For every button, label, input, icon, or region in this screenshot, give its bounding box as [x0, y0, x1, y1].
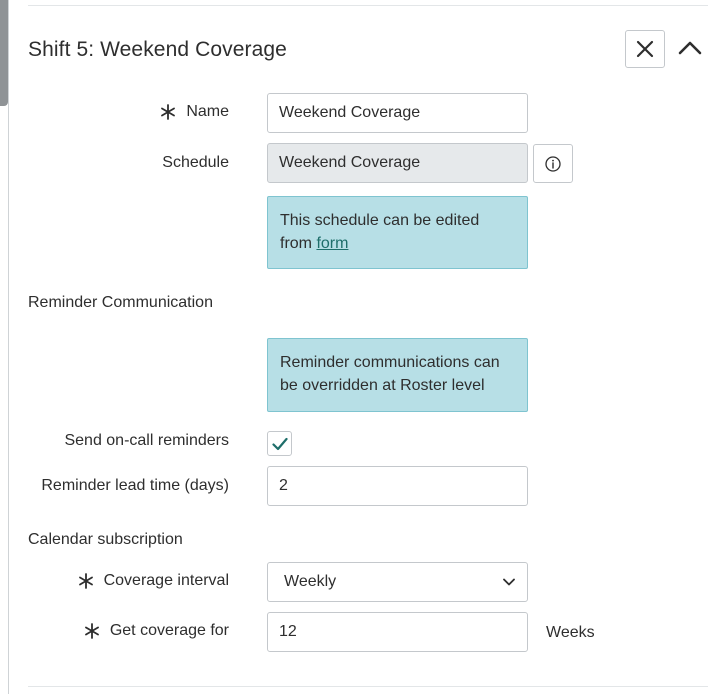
- reminder-note: Reminder communications can be overridde…: [267, 338, 528, 412]
- interval-value: Weekly: [284, 573, 337, 590]
- schedule-note-text: This schedule can be edited from: [280, 212, 480, 252]
- close-icon: [636, 40, 654, 58]
- lead-time-field[interactable]: 2: [267, 466, 528, 506]
- required-icon: [160, 104, 176, 120]
- coverage-label-row: Get coverage for: [84, 622, 229, 640]
- chevron-up-icon: [678, 41, 702, 55]
- schedule-form-link[interactable]: form: [316, 235, 348, 252]
- info-icon: [545, 155, 561, 172]
- coverage-weeks-field[interactable]: 12: [267, 612, 528, 652]
- send-reminders-label-row: Send on-call reminders: [64, 432, 229, 450]
- check-icon: [271, 437, 288, 450]
- page-title: Shift 5: Weekend Coverage: [28, 38, 287, 61]
- send-reminders-checkbox[interactable]: [267, 431, 292, 456]
- interval-label: Coverage interval: [103, 572, 229, 589]
- schedule-info-button[interactable]: [533, 144, 573, 183]
- name-value: Weekend Coverage: [279, 104, 421, 121]
- coverage-unit: Weeks: [546, 624, 595, 641]
- top-divider: [28, 5, 708, 6]
- close-button[interactable]: [625, 30, 665, 68]
- scrollbar-thumb[interactable]: [0, 0, 8, 106]
- coverage-label: Get coverage for: [109, 622, 229, 639]
- lead-time-value: 2: [279, 477, 288, 494]
- chevron-down-icon: [503, 578, 515, 586]
- shift-panel: Shift 5: Weekend Coverage Name Weekend C…: [0, 0, 719, 694]
- schedule-field: Weekend Coverage: [267, 143, 528, 183]
- schedule-value: Weekend Coverage: [279, 154, 421, 171]
- bottom-divider: [28, 686, 708, 687]
- schedule-label-row: Schedule: [162, 154, 229, 172]
- name-label: Name: [186, 103, 229, 120]
- calendar-section-label: Calendar subscription: [28, 531, 183, 548]
- name-label-row: Name: [160, 103, 229, 121]
- send-reminders-label: Send on-call reminders: [64, 432, 229, 449]
- schedule-note: This schedule can be edited from form: [267, 196, 528, 269]
- collapse-button[interactable]: [675, 34, 705, 62]
- schedule-label: Schedule: [162, 154, 229, 171]
- panel-divider: [8, 0, 9, 694]
- lead-time-label: Reminder lead time (days): [41, 477, 229, 494]
- lead-time-label-row: Reminder lead time (days): [41, 477, 229, 495]
- coverage-interval-select[interactable]: Weekly: [267, 562, 528, 602]
- required-icon: [78, 573, 94, 589]
- coverage-value: 12: [279, 623, 297, 640]
- name-field[interactable]: Weekend Coverage: [267, 93, 528, 133]
- required-icon: [84, 623, 100, 639]
- reminder-section-label: Reminder Communication: [28, 294, 213, 311]
- interval-label-row: Coverage interval: [78, 572, 229, 590]
